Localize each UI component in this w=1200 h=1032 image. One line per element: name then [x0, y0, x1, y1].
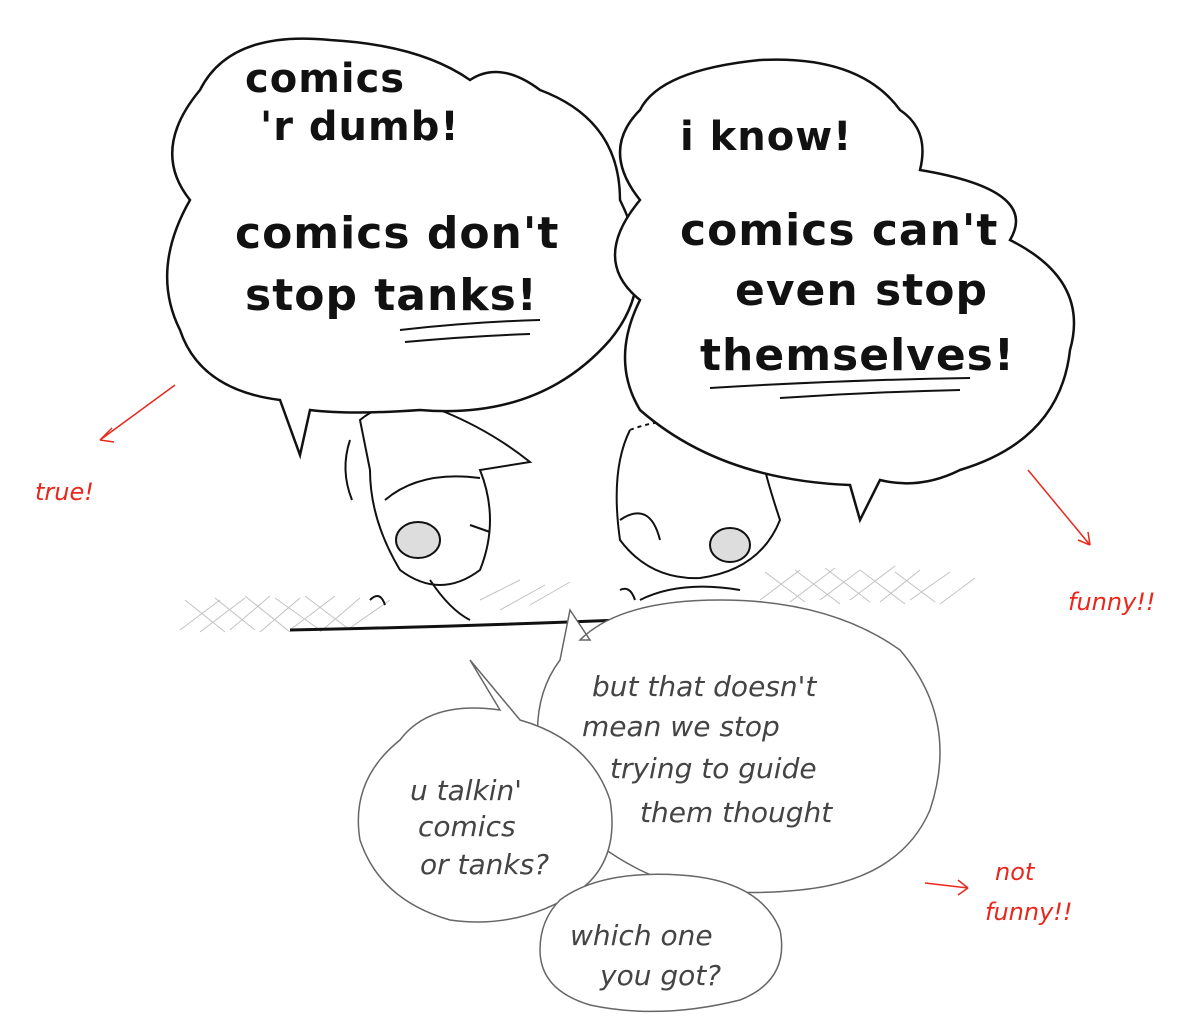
comic-panel: comics 'r dumb! comics don't stop tanks!… — [35, 37, 1156, 1013]
annotation-funny: funny!! — [1068, 588, 1156, 616]
annotation-not-funny-line-1: not — [995, 858, 1036, 886]
arrow-not-funny — [924, 879, 969, 896]
bottom-center-line-2: mean we stop — [582, 710, 780, 743]
bottom-left-line-1: u talkin' — [410, 774, 522, 807]
left-bubble-line-2: 'r dumb! — [260, 104, 460, 150]
arrow-true — [99, 384, 176, 443]
bottom-small-line-1: which one — [570, 919, 713, 952]
right-bubble-line-3: even stop — [735, 265, 988, 316]
annotation-not-funny-line-2: funny!! — [985, 898, 1073, 926]
bottom-center-line-1: but that doesn't — [592, 670, 817, 703]
right-bubble-line-2: comics can't — [680, 205, 998, 256]
left-bubble-line-4: stop tanks! — [245, 270, 538, 321]
bottom-small-line-2: you got? — [599, 959, 721, 992]
arrow-funny — [1027, 469, 1091, 546]
bottom-center-line-4: them thought — [640, 796, 833, 829]
right-bubble-line-4: themselves! — [700, 330, 1015, 381]
left-bubble-line-3: comics don't — [235, 208, 559, 259]
left-character — [344, 403, 533, 621]
annotation-true: true! — [35, 478, 94, 506]
bottom-center-line-3: trying to guide — [610, 752, 817, 785]
left-bubble-line-1: comics — [245, 56, 405, 102]
bottom-left-line-2: comics — [418, 810, 516, 843]
right-bubble-line-1: i know! — [680, 114, 852, 160]
bottom-left-line-3: or tanks? — [420, 848, 549, 881]
